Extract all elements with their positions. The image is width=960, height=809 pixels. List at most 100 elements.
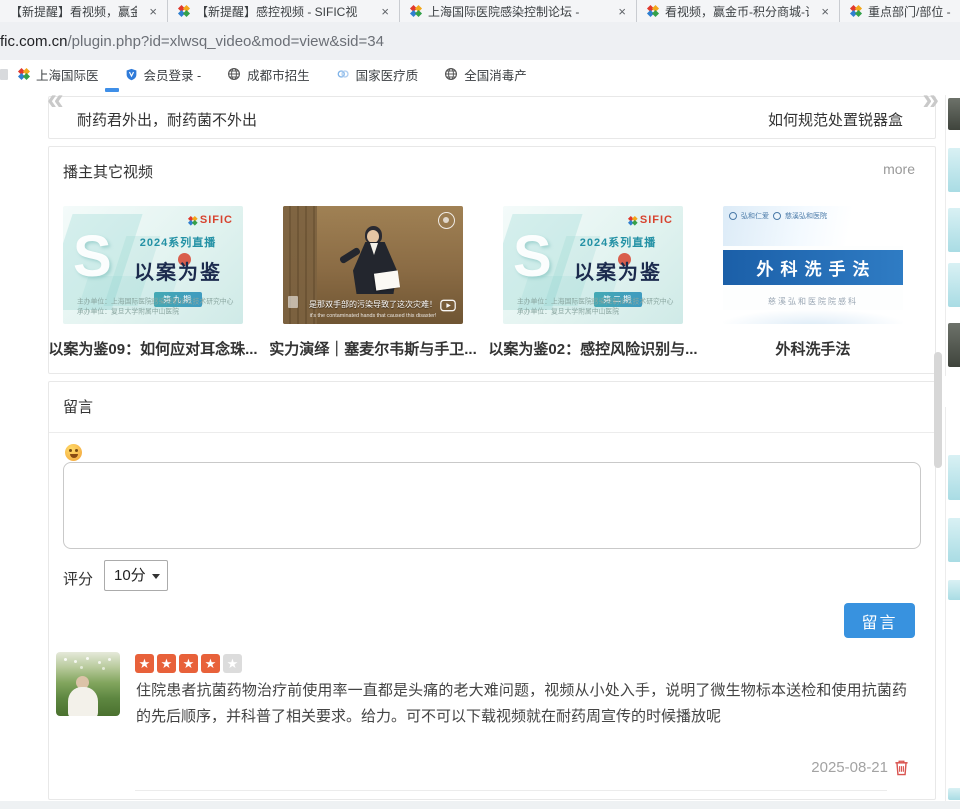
submit-comment-button[interactable]: 留言 — [844, 603, 915, 638]
sidebar-thumb-cutoff[interactable] — [948, 518, 960, 562]
star-icon — [201, 654, 220, 673]
avatar-person-body — [68, 687, 98, 716]
subtitle-cn: 是那双手部的污染导致了这次灾难！ — [283, 299, 463, 310]
next-chevrons-icon[interactable]: » — [922, 85, 937, 115]
star-icon — [179, 654, 198, 673]
prev-chevrons-icon[interactable]: « — [47, 85, 62, 115]
cutoff-blue-element — [105, 88, 119, 92]
sidebar-thumb-cutoff[interactable] — [948, 580, 960, 600]
hospital-logo-icon — [729, 212, 737, 220]
comment-text: 住院患者抗菌药物治疗前使用率一直都是头痛的老大难问题，视频从小处入手，说明了微生… — [136, 678, 907, 730]
rating-value: 10分 — [114, 567, 146, 584]
comment-date: 2025-08-21 — [811, 759, 888, 776]
next-video-link[interactable]: 如何规范处置锐器盒 — [768, 109, 903, 130]
sidebar-thumb-cutoff[interactable] — [948, 455, 960, 500]
comment-textarea[interactable] — [63, 462, 921, 549]
sidebar-thumb-cutoff[interactable] — [948, 148, 960, 192]
series-title: 2024系列直播 — [563, 234, 673, 250]
section-heading: 播主其它视频 — [63, 161, 153, 182]
pager-card: « 耐药君外出，耐药菌不外出 如何规范处置锐器盒 » — [48, 96, 936, 139]
more-link[interactable]: more — [883, 161, 915, 177]
browser-tab-2[interactable]: 【新提醒】感控视频 - SIFIC视 × — [168, 0, 400, 22]
thumb-text-block: SIFIC 2024系列直播 以案为鉴 第二期 — [563, 214, 673, 307]
video-thumbnail[interactable]: 是那双手部的污染导致了这次灾难！ it's the contaminated h… — [283, 206, 463, 324]
page-background-strip — [0, 801, 960, 809]
video-title[interactable]: 以案为鉴02：感控风险识别与... — [488, 338, 697, 359]
bookmark-label: 国家医疗质 — [356, 65, 419, 84]
bookmark-chengdu[interactable]: 成都市招生 — [227, 65, 310, 84]
deco-shape — [723, 310, 903, 324]
star-icon — [223, 654, 242, 673]
comment-meta: 2025-08-21 — [811, 759, 909, 776]
organizer-lines: 主办单位：上海国际医院感染控制论坛技术研究中心 承办单位：复旦大学附属中山医院 — [77, 297, 233, 317]
browser-tab-4[interactable]: 看视频，赢金币-积分商城-讨 × — [637, 0, 840, 22]
bookmark-disinfection[interactable]: 全国消毒产 — [444, 65, 527, 84]
video-row: S SIFIC 2024系列直播 以案为鉴 第九期 主办单位：上海国际医院感染控… — [63, 206, 903, 324]
divider — [135, 790, 887, 791]
thumb-text-block: SIFIC 2024系列直播 以案为鉴 第九期 — [123, 214, 233, 307]
section-heading: 留言 — [63, 396, 93, 417]
sidebar-thumb-cutoff[interactable] — [948, 208, 960, 252]
address-bar[interactable]: fic.com.cn/plugin.php?id=xlwsq_video&mod… — [0, 22, 960, 60]
sidebar-thumb-cutoff[interactable] — [948, 788, 960, 800]
video-title[interactable]: 以案为鉴09：如何应对耳念珠... — [48, 338, 257, 359]
bookmarks-bar: 上海国际医 会员登录 - 成都市招生 国家医疗质 全国消毒产 — [0, 60, 960, 88]
bookmark-sific[interactable]: 上海国际医 — [18, 65, 99, 84]
sific-logo: SIFIC — [563, 214, 673, 226]
divider — [49, 432, 935, 433]
sific-logo: SIFIC — [123, 214, 233, 226]
avatar[interactable] — [56, 652, 120, 716]
browser-tab-3[interactable]: 上海国际医院感染控制论坛 - × — [400, 0, 637, 22]
cut-bookmark — [0, 69, 8, 80]
sific-diamond-icon — [188, 216, 196, 224]
delete-icon[interactable] — [894, 759, 909, 776]
close-icon[interactable]: × — [614, 4, 630, 19]
browser-tab-5[interactable]: 重点部门/部位 - — [840, 0, 960, 22]
logo-text: SIFIC — [200, 214, 233, 226]
close-icon[interactable]: × — [145, 4, 161, 19]
chevron-down-icon — [152, 574, 160, 579]
presenter-face — [367, 230, 379, 243]
page-url: fic.com.cn/plugin.php?id=xlwsq_video&mod… — [0, 33, 384, 50]
sidebar-border — [945, 95, 946, 376]
video-item-4: 弘和仁爱 慈溪弘和医院 外科洗手法 慈溪弘和医院院感科 外科洗手法 — [723, 206, 903, 324]
bookmark-member-login[interactable]: 会员登录 - — [125, 65, 202, 84]
logo-text: SIFIC — [640, 214, 673, 226]
browser-window: 【新提醒】看视频，赢金币-积 × 【新提醒】感控视频 - SIFIC视 × 上海… — [0, 0, 960, 809]
video-title[interactable]: 实力演绎｜塞麦尔韦斯与手卫... — [269, 338, 477, 359]
sidebar-thumb-cutoff[interactable] — [948, 98, 960, 130]
hospital-logo-icon — [773, 212, 781, 220]
organizer-lines: 主办单位：上海国际医院感染控制论坛技术研究中心 承办单位：复旦大学附属中山医院 — [517, 297, 673, 317]
close-icon[interactable]: × — [817, 4, 833, 19]
bookmark-medical-quality[interactable]: 国家医疗质 — [336, 65, 419, 84]
globe-icon — [227, 67, 241, 81]
browser-tab-1[interactable]: 【新提醒】看视频，赢金币-积 × — [0, 0, 168, 22]
rating-select[interactable]: 10分 — [104, 560, 168, 591]
tab-title: 上海国际医院感染控制论坛 - — [428, 3, 606, 20]
url-domain: fic.com.cn — [0, 33, 68, 50]
play-icon — [440, 299, 456, 317]
tab-strip: 【新提醒】看视频，赢金币-积 × 【新提醒】感控视频 - SIFIC视 × 上海… — [0, 0, 960, 22]
close-icon[interactable]: × — [377, 4, 393, 19]
video-item-1: S SIFIC 2024系列直播 以案为鉴 第九期 主办单位：上海国际医院感染控… — [63, 206, 243, 324]
hospital-logos: 弘和仁爱 慈溪弘和医院 — [729, 211, 827, 221]
video-thumbnail[interactable]: 弘和仁爱 慈溪弘和医院 外科洗手法 慈溪弘和医院院感科 — [723, 206, 903, 324]
sidebar-thumb-cutoff[interactable] — [948, 263, 960, 307]
sific-favicon — [850, 5, 862, 17]
bookmark-label: 全国消毒产 — [464, 65, 527, 84]
sific-favicon — [18, 68, 30, 80]
star-rating — [135, 654, 242, 673]
video-thumbnail[interactable]: S SIFIC 2024系列直播 以案为鉴 第二期 主办单位：上海国际医院感染控… — [503, 206, 683, 324]
tab-title: 重点部门/部位 - — [868, 3, 960, 20]
flower-dots — [64, 658, 67, 661]
sidebar-thumb-cutoff[interactable] — [948, 323, 960, 367]
video-title[interactable]: 外科洗手法 — [775, 338, 850, 359]
video-thumbnail[interactable]: S SIFIC 2024系列直播 以案为鉴 第九期 主办单位：上海国际医院感染控… — [63, 206, 243, 324]
tab-title: 【新提醒】感控视频 - SIFIC视 — [196, 3, 369, 20]
page-content: « 耐药君外出，耐药菌不外出 如何规范处置锐器盒 » 播主其它视频 more S — [0, 88, 960, 809]
prev-video-link[interactable]: 耐药君外出，耐药菌不外出 — [77, 109, 257, 130]
bookmark-label: 上海国际医 — [36, 65, 99, 84]
globe-icon — [444, 67, 458, 81]
scrollbar-thumb[interactable] — [934, 352, 942, 468]
emoji-picker-icon[interactable] — [65, 444, 82, 461]
